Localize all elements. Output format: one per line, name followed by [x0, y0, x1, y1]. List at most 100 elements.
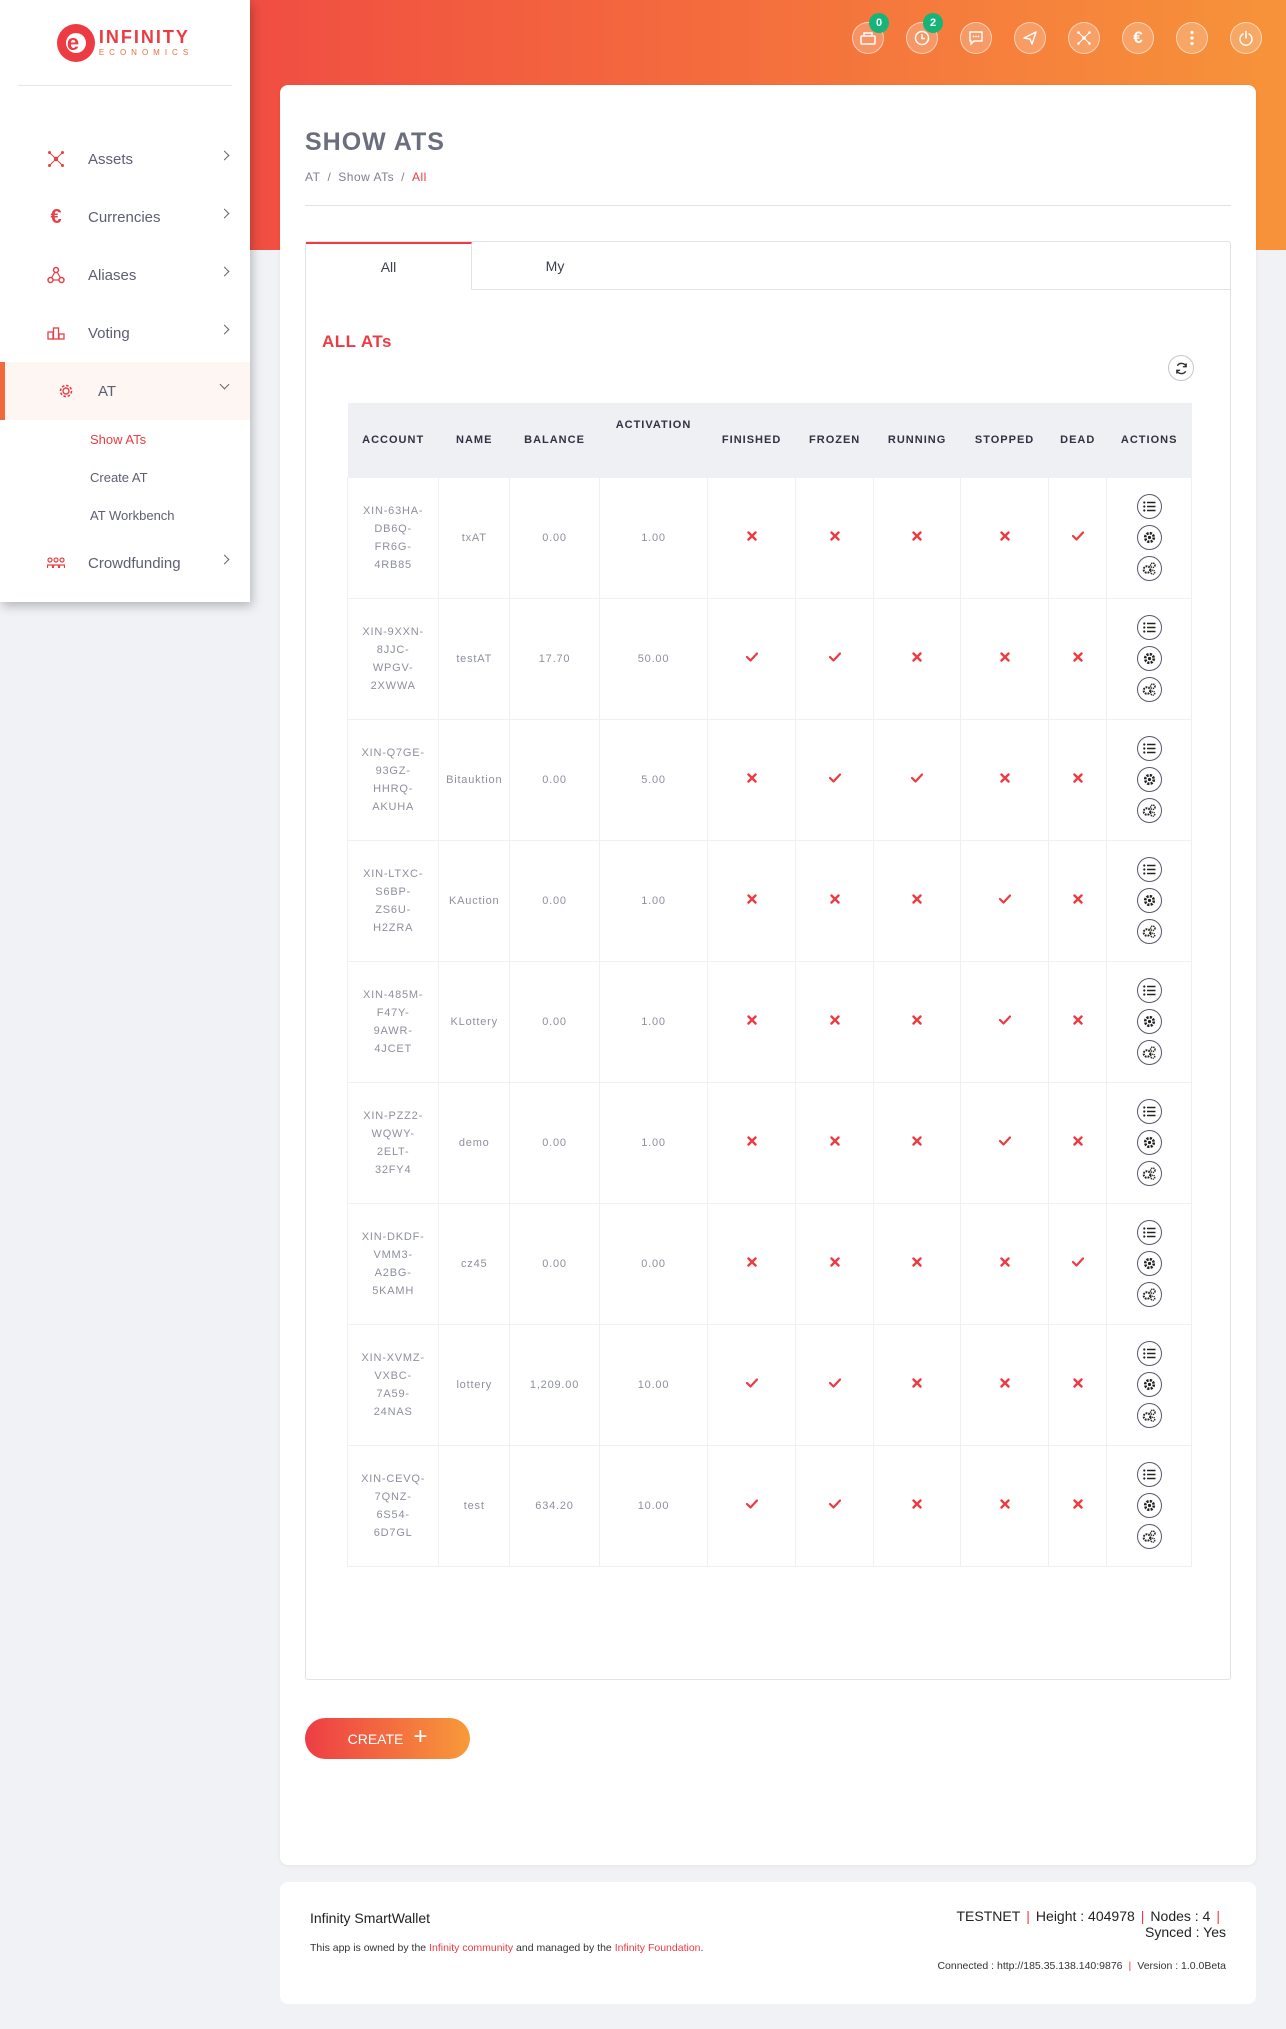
notification-badge: 2: [923, 13, 943, 33]
voting-icon: [46, 323, 66, 343]
submenu-create-at[interactable]: Create AT: [0, 458, 250, 496]
infinity-community-link[interactable]: Infinity community: [429, 1942, 513, 1954]
separator: |: [1140, 1908, 1145, 1924]
account-cell[interactable]: XIN-XVMZ- VXBC- 7A59- 24NAS: [346, 1323, 440, 1446]
advanced-settings-button[interactable]: [1136, 919, 1162, 944]
details-button[interactable]: [1136, 615, 1162, 640]
sidebar-item-currencies[interactable]: € Currencies: [0, 188, 250, 246]
send-button[interactable]: [1014, 22, 1046, 54]
infinity-logo[interactable]: e INFINITY ECONOMICS: [56, 23, 193, 62]
submenu-at-workbench[interactable]: AT Workbench: [0, 496, 250, 534]
tab-all[interactable]: All: [306, 242, 472, 290]
breadcrumb-item[interactable]: AT: [305, 170, 320, 184]
list-icon: [1142, 985, 1156, 996]
euro-icon: €: [1133, 28, 1143, 47]
breadcrumb-current: All: [411, 170, 427, 184]
list-icon: [1142, 1348, 1156, 1359]
ats-table: ACCOUNT NAME BALANCE ACTIVATION FINISHED…: [346, 403, 1192, 1567]
cross-icon: [999, 531, 1010, 544]
settings-button[interactable]: [1136, 525, 1162, 550]
network-button[interactable]: [1068, 22, 1100, 54]
account-cell[interactable]: XIN-PZZ2- WQWY- 2ELT- 32FY4: [346, 1081, 440, 1204]
account-segment: FR6G-: [374, 540, 412, 553]
finished-cell: [707, 960, 797, 1083]
running-cell: [873, 718, 962, 841]
details-button[interactable]: [1136, 1220, 1162, 1245]
advanced-settings-button[interactable]: [1136, 1282, 1162, 1307]
clock-button[interactable]: 2: [906, 13, 943, 54]
breadcrumb-item[interactable]: Show ATs: [338, 170, 394, 184]
dead-cell: [1048, 1081, 1108, 1204]
create-button[interactable]: CREATE +: [305, 1718, 470, 1759]
account-cell[interactable]: XIN-LTXC- S6BP- ZS6U- H2ZRA: [346, 839, 440, 962]
account-segment: XIN-PZZ2-: [363, 1109, 424, 1122]
settings-button[interactable]: [1136, 767, 1162, 792]
sidebar: e INFINITY ECONOMICS Assets € Currencies…: [0, 0, 250, 602]
account-cell[interactable]: XIN-9XXN- 8JJC- WPGV- 2XWWA: [346, 597, 440, 720]
advanced-settings-button[interactable]: [1136, 677, 1162, 702]
frozen-cell: [795, 1202, 875, 1325]
account-cell[interactable]: XIN-485M- F47Y- 9AWR- 4JCET: [346, 960, 440, 1083]
sidebar-item-aliases[interactable]: Aliases: [0, 246, 250, 304]
balance-cell: 0.00: [509, 1202, 600, 1325]
network-name: TESTNET: [956, 1908, 1021, 1924]
more-button[interactable]: [1176, 22, 1208, 54]
account-cell[interactable]: XIN-DKDF- VMM3- A2BG- 5KAMH: [346, 1202, 440, 1325]
actions-cell: [1106, 476, 1192, 599]
advanced-settings-button[interactable]: [1136, 556, 1162, 581]
settings-button[interactable]: [1136, 646, 1162, 671]
column-header: ACCOUNT: [347, 403, 439, 477]
settings-button[interactable]: [1136, 1130, 1162, 1155]
account-segment: XIN-9XXN-: [362, 625, 424, 638]
details-button[interactable]: [1136, 978, 1162, 1003]
infinity-foundation-link[interactable]: Infinity Foundation: [615, 1942, 701, 1954]
settings-button[interactable]: [1136, 1372, 1162, 1397]
advanced-settings-button[interactable]: [1136, 1040, 1162, 1065]
actions-cell: [1106, 1323, 1192, 1446]
name-cell: testAT: [438, 597, 511, 720]
euro-button[interactable]: €: [1122, 22, 1154, 54]
refresh-button[interactable]: [1168, 355, 1194, 381]
sidebar-item-label: Crowdfunding: [88, 554, 181, 572]
ats-table-body: XIN-63HA- DB6Q- FR6G- 4RB85 txAT 0.00 1.00 XIN-…: [346, 476, 1192, 1567]
stopped-cell: [960, 1081, 1050, 1204]
messages-bundle-button[interactable]: 0: [852, 13, 889, 54]
details-button[interactable]: [1136, 736, 1162, 761]
details-button[interactable]: [1136, 1462, 1162, 1487]
account-segment: 8JJC-: [376, 643, 410, 656]
logo-area: e INFINITY ECONOMICS: [18, 0, 232, 86]
settings-button[interactable]: [1136, 1009, 1162, 1034]
logout-button[interactable]: [1230, 22, 1262, 54]
account-cell[interactable]: XIN-CEVQ- 7QNZ- 6S54- 6D7GL: [346, 1444, 440, 1567]
advanced-settings-button[interactable]: [1136, 798, 1162, 823]
chevron-right-icon: [219, 150, 230, 161]
advanced-settings-button[interactable]: [1136, 1524, 1162, 1549]
sidebar-item-crowdfunding[interactable]: Crowdfunding: [0, 534, 250, 592]
details-button[interactable]: [1136, 1341, 1162, 1366]
advanced-settings-button[interactable]: [1136, 1403, 1162, 1428]
column-header: FINISHED: [707, 403, 796, 477]
advanced-settings-button[interactable]: [1136, 1161, 1162, 1186]
account-cell[interactable]: XIN-63HA- DB6Q- FR6G- 4RB85: [346, 476, 440, 599]
settings-button[interactable]: [1136, 1251, 1162, 1276]
sidebar-item-voting[interactable]: Voting: [0, 304, 250, 362]
sidebar-item-at[interactable]: AT: [0, 362, 250, 420]
running-cell: [873, 1323, 962, 1446]
stopped-cell: [960, 1202, 1050, 1325]
settings-button[interactable]: [1136, 888, 1162, 913]
activation-cell: 1.00: [598, 839, 709, 962]
details-button[interactable]: [1136, 494, 1162, 519]
settings-button[interactable]: [1136, 1493, 1162, 1518]
details-button[interactable]: [1136, 857, 1162, 882]
tab-my[interactable]: My: [472, 242, 638, 289]
gears-icon: [1142, 925, 1156, 938]
sidebar-item-assets[interactable]: Assets: [0, 130, 250, 188]
balance-cell: 0.00: [509, 839, 600, 962]
stopped-cell: [960, 960, 1050, 1083]
cross-icon: [746, 531, 757, 544]
account-cell[interactable]: XIN-Q7GE- 93GZ- HHRQ- AKUHA: [346, 718, 440, 841]
details-button[interactable]: [1136, 1099, 1162, 1124]
table-row: XIN-63HA- DB6Q- FR6G- 4RB85 txAT 0.00 1.00: [346, 476, 1192, 599]
chat-button[interactable]: [960, 22, 992, 54]
submenu-show-ats[interactable]: Show ATs: [0, 420, 250, 458]
